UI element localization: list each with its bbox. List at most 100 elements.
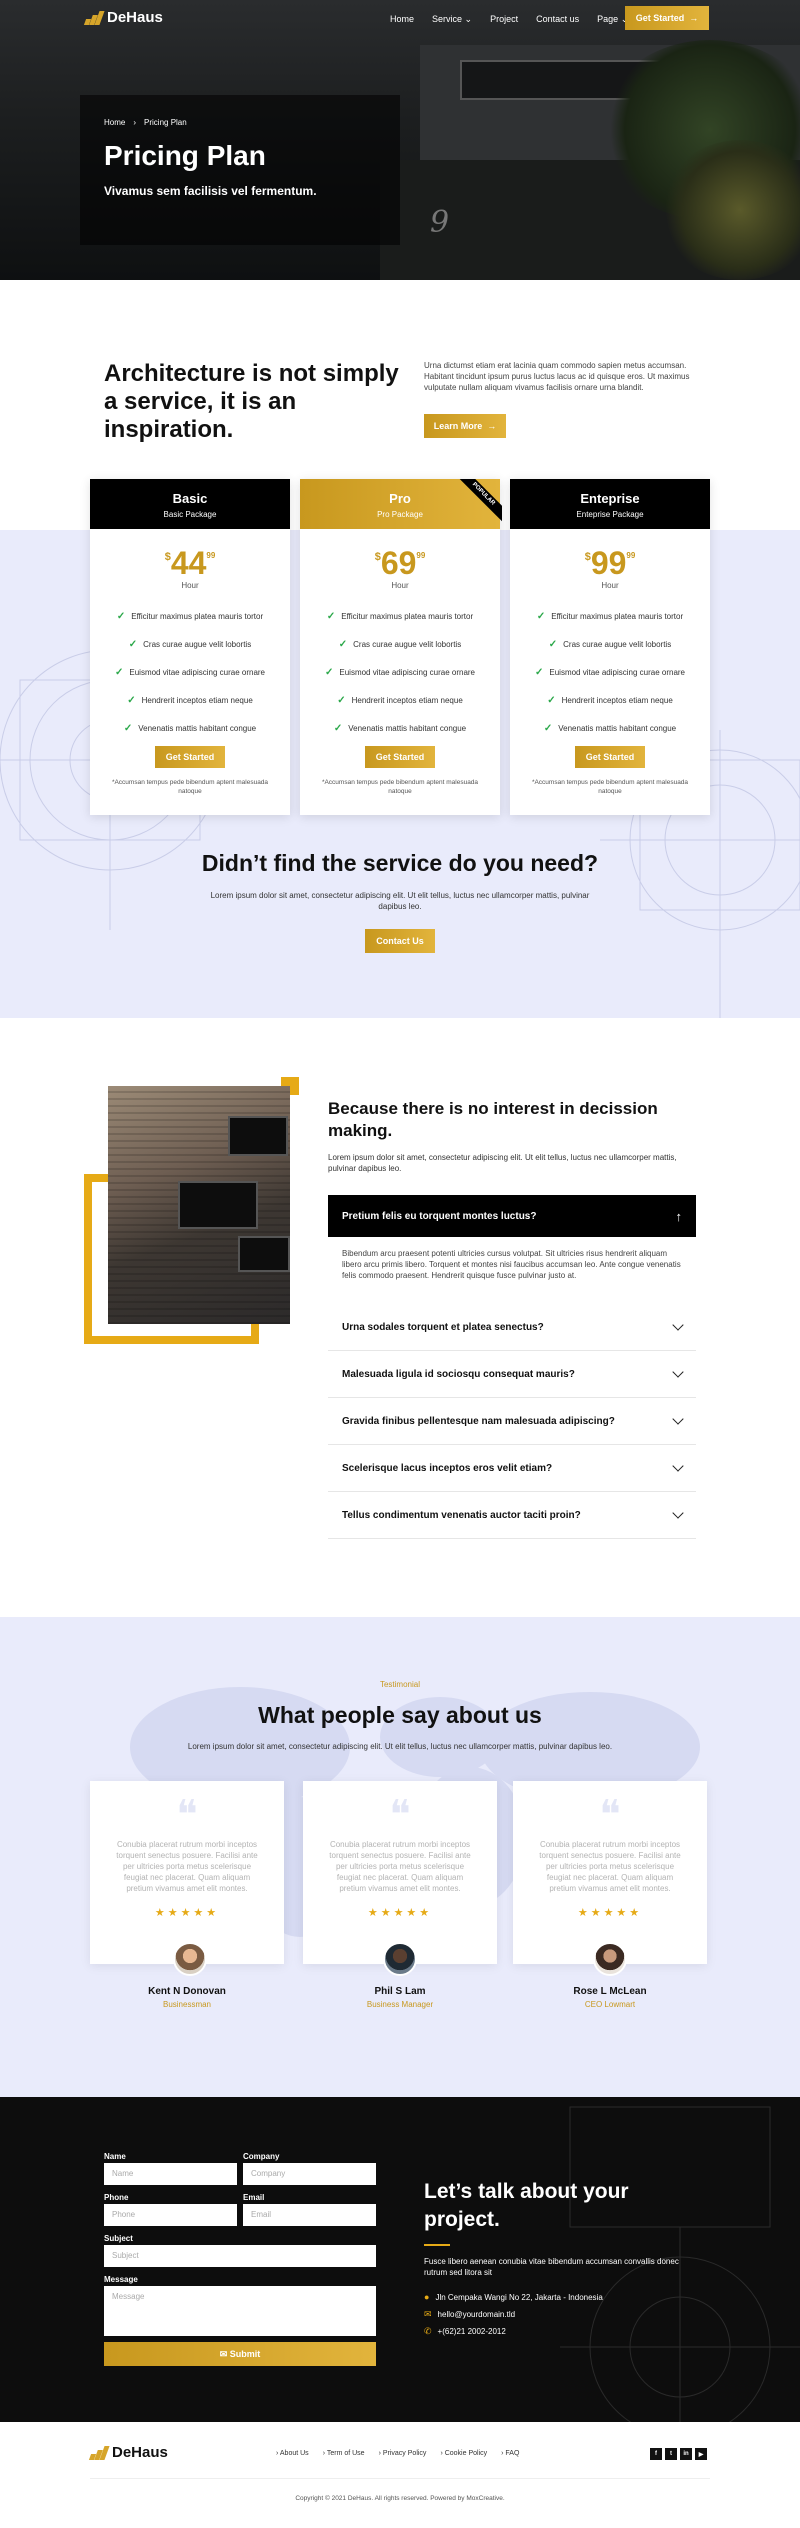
plan-get-started-button[interactable]: Get Started [155,746,225,768]
facebook-icon[interactable]: f [650,2448,662,2460]
plan-get-started-button[interactable]: Get Started [575,746,645,768]
footer-link-about[interactable]: › About Us [276,2450,309,2457]
chevron-down-icon [672,1413,684,1425]
footer-logo[interactable]: DeHaus [88,2444,168,2461]
footer-link-faq[interactable]: › FAQ [501,2450,519,2457]
list-item: ✓ Cras curae augue velit lobortis [300,630,500,658]
plan-header: Enteprise Enteprise Package [510,479,710,529]
logo-text: DeHaus [112,2444,168,2461]
submit-button[interactable]: ✉ Submit [104,2342,376,2366]
breadcrumb-home[interactable]: Home [104,118,125,127]
price-amount: 44 [170,545,207,581]
price-amount: 69 [380,545,417,581]
logo-icon [83,10,105,25]
top-navbar: DeHaus Home Service ⌄ Project Contact us… [0,6,800,36]
youtube-icon[interactable]: ▶ [695,2448,707,2460]
message-field[interactable]: Message [104,2286,376,2336]
chevron-down-icon [672,1507,684,1519]
footer-link-privacy[interactable]: › Privacy Policy [379,2450,427,2457]
contact-us-button[interactable]: Contact Us [365,929,435,953]
notfound-text: Lorem ipsum dolor sit amet, consectetur … [210,891,590,911]
nav-link-home[interactable]: Home [390,14,414,25]
logo[interactable]: DeHaus [83,9,163,26]
faq-item[interactable]: Gravida finibus pellentesque nam malesua… [328,1398,696,1445]
nav-link-label: Service [432,14,463,24]
rating-stars: ★★★★★ [154,1907,220,1919]
nav-link-service[interactable]: Service ⌄ [432,14,472,25]
twitter-icon[interactable]: t [665,2448,677,2460]
intro-text: Urna dictumst etiam erat lacinia quam co… [424,361,690,392]
faq-item[interactable]: Scelerisque lacus inceptos eros velit et… [328,1445,696,1492]
rating-stars: ★★★★★ [367,1907,433,1919]
faq-item[interactable]: Malesuada ligula id sociosqu consequat m… [328,1351,696,1398]
page-title: Pricing Plan [104,140,266,171]
feature-list: ✓ Efficitur maximus platea mauris tortor … [90,602,290,742]
testimonial-card: ❝ Conubia placerat rutrum morbi inceptos… [90,1781,284,1964]
arrow-right-icon: → [487,421,497,431]
phone-field[interactable]: Phone [104,2204,237,2226]
get-started-button[interactable]: Get Started → [625,6,709,30]
faq-question: Tellus condimentum venenatis auctor taci… [342,1509,581,1521]
faq-item[interactable]: Tellus condimentum venenatis auctor taci… [328,1492,696,1539]
feature-text: Efficitur maximus platea mauris tortor [341,611,474,621]
check-icon: ✓ [337,694,346,706]
check-icon: ✓ [547,694,556,706]
faq-item-open[interactable]: Pretium felis eu torquent montes luctus?… [328,1195,696,1237]
nav-links: Home Service ⌄ Project Contact us Page ⌄ [390,14,628,25]
button-label: Get Started [635,13,685,23]
plan-get-started-button[interactable]: Get Started [365,746,435,768]
link-label: Privacy Policy [382,2450,427,2457]
button-label: Learn More [433,421,483,431]
quote-icon: ❝ [599,1792,621,1838]
contact-phone[interactable]: ✆ +(62)21 2002-2012 [424,2326,506,2337]
nav-link-project[interactable]: Project [490,14,518,25]
list-item: ✓ Hendrerit inceptos etiam neque [300,686,500,714]
nav-link-label: Page [597,14,619,24]
testimonial-quote: Conubia placerat rutrum morbi inceptos t… [329,1840,471,1893]
subject-field[interactable]: Subject [104,2245,376,2267]
name-field[interactable]: Name [104,2163,237,2185]
feature-text: Euismod vitae adipiscing curae ornare [339,667,476,677]
price-amount: 99 [590,545,627,581]
list-item: ✓ Efficitur maximus platea mauris tortor [300,602,500,630]
logo-icon [88,2445,110,2460]
email-field[interactable]: Email [243,2204,376,2226]
testimonial-tag: Testimonial [379,1680,420,1689]
phone-icon: ✆ [424,2326,432,2336]
avatar [173,1942,207,1976]
arrow-right-icon: → [689,13,699,23]
price-cents: 99 [206,551,216,560]
faq-heading: Because there is no interest in decissio… [328,1099,658,1140]
feature-text: Euismod vitae adipiscing curae ornare [549,667,686,677]
faq-item[interactable]: Urna sodales torquent et platea senectus… [328,1304,696,1351]
feature-text: Venenatis mattis habitant congue [558,723,677,733]
learn-more-button[interactable]: Learn More → [424,414,506,438]
popular-badge: POPULAR [456,479,502,525]
send-icon: ✉ [219,2348,228,2359]
location-icon: ● [424,2292,430,2302]
name-label: Name [104,2152,126,2161]
feature-text: Efficitur maximus platea mauris tortor [551,611,684,621]
plan-header: Basic Basic Package [90,479,290,529]
nav-link-contact[interactable]: Contact us [536,14,579,25]
contact-email[interactable]: ✉ hello@yourdomain.tld [424,2309,515,2320]
company-field[interactable]: Company [243,2163,376,2185]
testimonial-name: Phil S Lam [374,1986,426,1997]
feature-text: Cras curae augue velit lobortis [563,639,672,649]
feature-text: Euismod vitae adipiscing curae ornare [129,667,266,677]
nav-link-page[interactable]: Page ⌄ [597,14,628,25]
footer-link-terms[interactable]: › Term of Use [323,2450,365,2457]
list-item: ✓ Venenatis mattis habitant congue [300,714,500,742]
footer-link-cookie[interactable]: › Cookie Policy [440,2450,487,2457]
linkedin-icon[interactable]: in [680,2448,692,2460]
testimonial-name: Rose L McLean [573,1986,647,1997]
pricing-card-enterprise: Enteprise Enteprise Package $ 99 99 Hour… [510,479,710,815]
list-item: ✓ Cras curae augue velit lobortis [510,630,710,658]
list-item: ✓ Euismod vitae adipiscing curae ornare [90,658,290,686]
faq-question: Pretium felis eu torquent montes luctus? [342,1210,537,1222]
chevron-right-icon: › [133,118,137,127]
testimonial-role: Business Manager [366,2000,434,2009]
link-label: About Us [279,2450,309,2457]
footer-divider [90,2478,710,2479]
price-unit: Hour [601,581,619,590]
